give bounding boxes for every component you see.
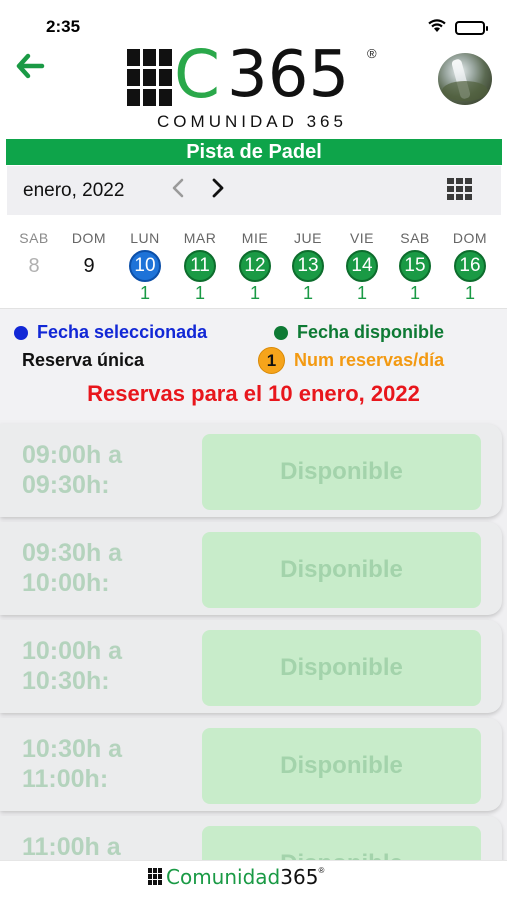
logo-squares-icon — [148, 868, 162, 886]
month-label: enero, 2022 — [23, 180, 125, 201]
day-item-selected[interactable]: LUN 10 1 — [119, 230, 171, 303]
legend-count: 1 Num reservas/día — [258, 347, 444, 374]
app-logo: C 365 ® COMUNIDAD 365 — [127, 42, 387, 134]
day-item[interactable]: SAB 15 1 — [389, 230, 441, 303]
prev-month-button[interactable] — [165, 176, 191, 204]
day-name: SAB — [400, 230, 430, 246]
logo-subtitle: COMUNIDAD 365 — [157, 112, 347, 131]
day-count: 1 — [249, 283, 260, 303]
day-number: 8 — [28, 254, 40, 277]
slot-available-button[interactable]: Disponible — [202, 532, 481, 608]
green-dot-icon — [274, 325, 288, 340]
slot-row: 09:30h a 10:00h: Disponible — [0, 522, 502, 615]
day-count: 1 — [356, 283, 367, 303]
footer-brand-text: Comunidad — [166, 865, 281, 889]
blue-dot-icon — [14, 325, 28, 340]
day-count — [63, 283, 115, 303]
legend-available-label: Fecha disponible — [297, 322, 445, 342]
wifi-icon — [427, 18, 447, 38]
footer: Comunidad 365 ® — [0, 860, 507, 900]
reservations-title: Reservas para el 10 enero, 2022 — [87, 381, 420, 406]
day-name: DOM — [452, 230, 488, 246]
day-name: VIE — [349, 230, 375, 246]
slot-time: 10:00h a 10:30h: — [22, 637, 123, 695]
logo-number: 365 — [227, 38, 350, 112]
day-number: 11 — [190, 255, 210, 276]
chevron-left-icon — [171, 178, 185, 203]
logo-registered: ® — [367, 46, 377, 61]
day-number: 16 — [459, 255, 481, 276]
legend-selected: Fecha seleccionada — [14, 322, 207, 343]
back-button[interactable] — [12, 50, 48, 86]
day-number: 15 — [404, 255, 426, 276]
next-month-button[interactable] — [205, 176, 231, 204]
month-bar: enero, 2022 — [7, 166, 501, 215]
avatar[interactable] — [438, 53, 492, 105]
slot-available-button[interactable]: Disponible — [202, 434, 481, 510]
footer-registered: ® — [318, 866, 325, 875]
day-count: 1 — [139, 283, 150, 303]
arrow-left-icon — [15, 53, 45, 84]
slot-row: 11:00h a 11:30h: Disponible — [0, 816, 502, 860]
legend-selected-label: Fecha seleccionada — [37, 322, 208, 342]
day-item[interactable]: SAB 8 — [8, 230, 60, 303]
day-name: JUE — [294, 230, 322, 246]
legend-count-label: Num reservas/día — [294, 350, 445, 370]
day-item[interactable]: DOM 9 — [63, 230, 115, 303]
legend-single: Reserva única — [22, 350, 144, 371]
status-icons — [427, 18, 488, 38]
day-count: 1 — [302, 283, 313, 303]
logo-squares-icon — [127, 49, 172, 106]
status-time: 2:35 — [46, 17, 81, 36]
day-count: 1 — [464, 283, 475, 303]
legend: Fecha seleccionada Fecha disponible Rese… — [0, 308, 507, 420]
day-name: SAB — [19, 230, 49, 246]
logo-letter: C — [174, 36, 221, 113]
slot-available-button[interactable]: Disponible — [202, 728, 481, 804]
footer-logo: Comunidad 365 ® — [148, 864, 324, 890]
day-item[interactable]: VIE 14 1 — [336, 230, 388, 303]
day-number: 12 — [244, 255, 266, 276]
day-item[interactable]: MAR 11 1 — [174, 230, 226, 303]
day-item[interactable]: MIE 12 1 — [229, 230, 281, 303]
slot-time: 09:00h a 09:30h: — [22, 441, 123, 499]
count-badge: 1 — [258, 347, 285, 374]
legend-single-label: Reserva única — [22, 350, 145, 370]
day-number: 9 — [83, 254, 95, 277]
day-count: 1 — [194, 283, 205, 303]
day-item[interactable]: DOM 16 1 — [444, 230, 496, 303]
days-strip: SAB 8 DOM 9 LUN 10 1 MAR 11 1 MIE 12 1 J… — [0, 218, 507, 308]
slot-time: 09:30h a 10:00h: — [22, 539, 123, 597]
day-count: 1 — [409, 283, 420, 303]
slot-available-button[interactable]: Disponible — [202, 630, 481, 706]
legend-available: Fecha disponible — [274, 322, 444, 343]
day-number: 14 — [351, 255, 373, 276]
screen: 2:35 C 365 ® COMUNIDAD 365 Pista de Pade… — [0, 0, 507, 900]
day-name: DOM — [71, 230, 107, 246]
slot-time: 11:00h a 11:30h: — [22, 833, 121, 860]
slot-row: 10:00h a 10:30h: Disponible — [0, 620, 502, 713]
page-title: Pista de Padel — [6, 139, 502, 165]
day-count — [8, 283, 60, 303]
day-name: LUN — [130, 230, 160, 246]
day-number: 10 — [134, 255, 156, 276]
slot-row: 10:30h a 11:00h: Disponible — [0, 718, 502, 811]
footer-brand-number: 365 — [280, 865, 319, 889]
calendar-grid-icon[interactable] — [447, 178, 477, 204]
chevron-right-icon — [211, 178, 225, 203]
battery-icon — [455, 21, 488, 35]
day-number: 13 — [297, 255, 319, 276]
header: C 365 ® COMUNIDAD 365 — [0, 42, 507, 136]
day-name: MIE — [241, 230, 269, 246]
slot-row: 09:00h a 09:30h: Disponible — [0, 424, 502, 517]
slot-list: 09:00h a 09:30h: Disponible 09:30h a 10:… — [0, 420, 507, 860]
slot-available-button[interactable]: Disponible — [202, 826, 481, 860]
slot-time: 10:30h a 11:00h: — [22, 735, 123, 793]
day-item[interactable]: JUE 13 1 — [282, 230, 334, 303]
day-name: MAR — [183, 230, 217, 246]
